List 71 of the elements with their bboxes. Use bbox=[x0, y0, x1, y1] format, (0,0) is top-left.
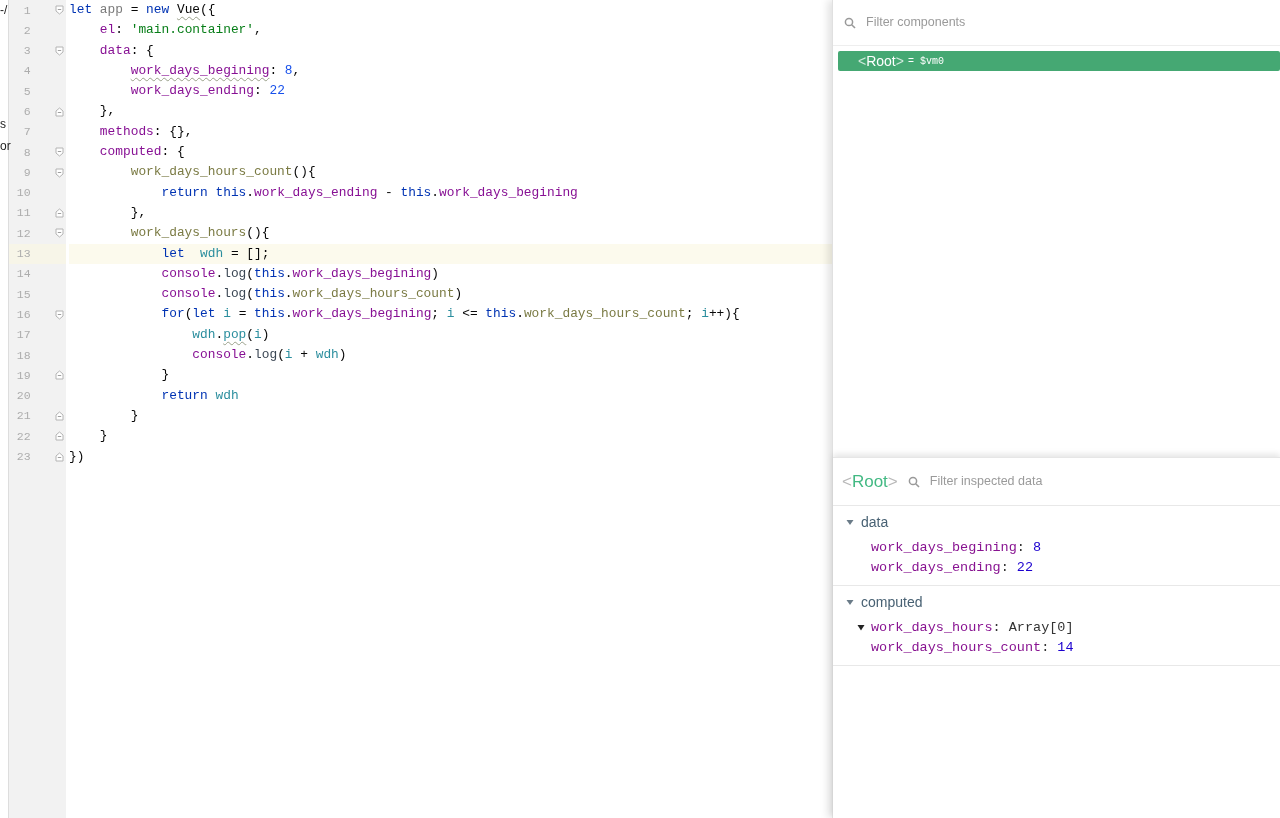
code-line: return this.work_days_ending - this.work_days_begining bbox=[160, 183, 579, 202]
code-line: console.log(this.work_days_begining) bbox=[160, 264, 441, 283]
code-line: work_days_begining: 8, bbox=[129, 61, 302, 80]
line-number: 6 bbox=[22, 104, 31, 120]
code-line: console.log(this.work_days_hours_count) bbox=[160, 285, 464, 304]
section-title[interactable]: computed bbox=[861, 591, 923, 613]
line-number: 10 bbox=[15, 185, 31, 202]
line-number: 14 bbox=[15, 266, 31, 283]
line-number: 18 bbox=[15, 347, 31, 364]
code-line: }) bbox=[69, 447, 86, 466]
code-line: }, bbox=[98, 102, 117, 121]
section-title[interactable]: data bbox=[861, 511, 889, 533]
line-number: 23 bbox=[15, 449, 31, 466]
line-number: 7 bbox=[22, 124, 31, 141]
line-number: 19 bbox=[15, 367, 31, 384]
line-number: 22 bbox=[15, 428, 31, 445]
line-number: 13 bbox=[15, 246, 31, 263]
line-number: 3 bbox=[22, 43, 31, 60]
line-number: 2 bbox=[22, 22, 31, 39]
line-number: 21 bbox=[15, 408, 31, 425]
code-line: wdh.pop(i) bbox=[191, 325, 271, 344]
code-line: methods: {}, bbox=[98, 122, 194, 141]
fold-icon[interactable] bbox=[55, 45, 64, 56]
search-field[interactable]: Filter components bbox=[864, 12, 1244, 33]
text-fragment: s bbox=[0, 116, 7, 133]
fold-icon[interactable] bbox=[55, 5, 64, 16]
code-line: } bbox=[129, 406, 140, 425]
fold-icon[interactable] bbox=[55, 147, 64, 158]
code-line: data: { bbox=[98, 41, 155, 60]
component-name: <Root> bbox=[842, 470, 898, 493]
search-field[interactable]: Filter inspected data bbox=[927, 471, 1228, 492]
line-number: 11 bbox=[15, 205, 31, 222]
line-number: 17 bbox=[15, 327, 31, 344]
fold-icon[interactable] bbox=[55, 228, 64, 239]
code-line: work_days_hours_count(){ bbox=[129, 163, 317, 182]
fold-icon[interactable] bbox=[55, 309, 64, 320]
line-number: 20 bbox=[15, 388, 31, 405]
code-line: for(let i = this.work_days_begining; i <= this.work_days_hours_count; i++){ bbox=[160, 305, 741, 324]
line-number: 15 bbox=[15, 286, 31, 303]
code-line: return wdh bbox=[160, 386, 240, 405]
code-line: } bbox=[98, 427, 109, 446]
code-line: work_days_ending: 22 bbox=[129, 82, 286, 101]
code-line: let app = new Vue({ bbox=[69, 1, 217, 19]
property-row-text: work_days_begining: 8 bbox=[871, 539, 1042, 557]
property-row-text: work_days_hours_count: 14 bbox=[871, 638, 1074, 657]
fold-icon[interactable] bbox=[55, 208, 64, 219]
line-number: 12 bbox=[15, 225, 31, 242]
search-icon bbox=[844, 16, 856, 29]
line-number: 5 bbox=[22, 83, 31, 100]
code-line: work_days_hours(){ bbox=[129, 224, 271, 243]
code-line: } bbox=[160, 366, 171, 385]
fold-icon[interactable] bbox=[55, 167, 64, 178]
line-number: 9 bbox=[22, 164, 31, 181]
fold-icon[interactable] bbox=[55, 451, 64, 462]
caret-icon[interactable] bbox=[857, 624, 865, 632]
code-line: computed: { bbox=[98, 143, 186, 162]
text-fragment: -/ bbox=[0, 2, 8, 19]
code-line: console.log(i + wdh) bbox=[191, 346, 348, 365]
property-row-text: work_days_ending: 22 bbox=[871, 558, 1034, 577]
fold-icon[interactable] bbox=[55, 106, 64, 117]
code-line: el: 'main.container', bbox=[98, 21, 263, 40]
line-number: 1 bbox=[22, 2, 31, 19]
fold-icon[interactable] bbox=[55, 370, 64, 381]
code-line: }, bbox=[129, 203, 148, 222]
search-icon bbox=[907, 475, 920, 488]
line-number: 8 bbox=[22, 144, 31, 161]
fold-icon[interactable] bbox=[55, 411, 64, 422]
line-number: 4 bbox=[22, 63, 31, 80]
property-row[interactable]: work_days_hours: Array[0] bbox=[871, 618, 1074, 638]
fold-icon[interactable] bbox=[55, 431, 64, 442]
line-number: 16 bbox=[15, 306, 31, 323]
